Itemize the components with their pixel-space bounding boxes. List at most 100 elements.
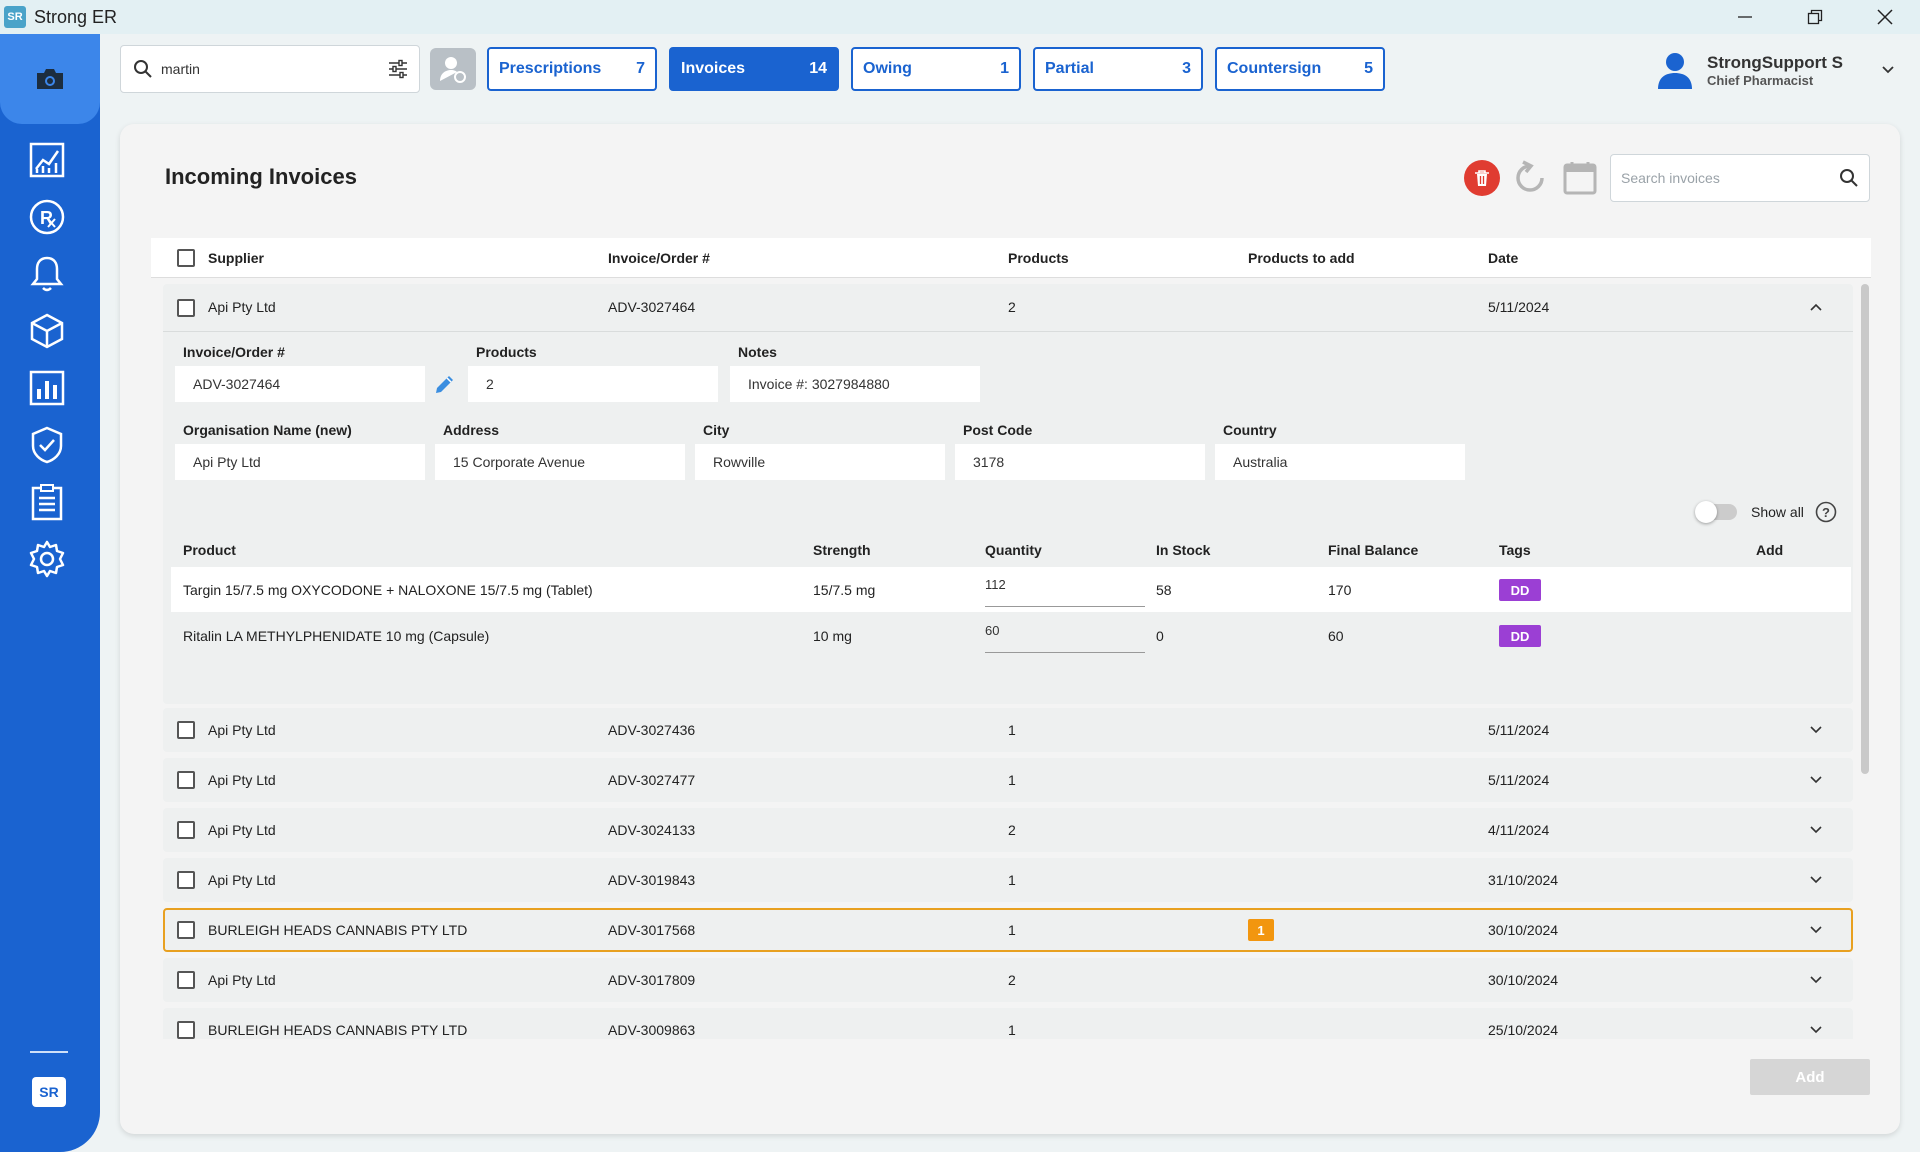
user-search-icon	[440, 57, 466, 83]
product-row: Ritalin LA METHYLPHENIDATE 10 mg (Capsul…	[171, 613, 1851, 658]
chevron-up-icon[interactable]	[1809, 302, 1823, 312]
col-product: Product	[183, 542, 236, 558]
city-field[interactable]: Rowville	[695, 444, 945, 480]
filter-sliders-icon[interactable]	[387, 59, 409, 79]
sidebar-item-stock[interactable]	[26, 310, 68, 352]
add-button[interactable]: Add	[1750, 1059, 1870, 1095]
row-checkbox[interactable]	[177, 299, 195, 317]
tab-count: 7	[636, 60, 645, 77]
refresh-button[interactable]	[1510, 158, 1550, 198]
svg-text:?: ?	[1822, 505, 1830, 520]
sidebar-item-registers[interactable]	[26, 481, 68, 523]
product-final-balance: 60	[1328, 628, 1344, 644]
chevron-down-icon[interactable]	[1809, 925, 1823, 935]
row-products: 1	[1008, 772, 1016, 788]
row-checkbox[interactable]	[177, 721, 195, 739]
org-field[interactable]: Api Pty Ltd	[175, 444, 425, 480]
tab-count: 3	[1182, 60, 1191, 77]
row-checkbox[interactable]	[177, 971, 195, 989]
delete-button[interactable]	[1464, 160, 1500, 196]
tab-owing[interactable]: Owing 1	[851, 47, 1021, 91]
date-filter-button[interactable]	[1560, 158, 1600, 198]
chevron-down-icon[interactable]	[1809, 775, 1823, 785]
patient-search-input[interactable]: martin	[120, 45, 420, 93]
table-row[interactable]: Api Pty Ltd ADV-3017809 2 30/10/2024	[163, 958, 1853, 1002]
table-row[interactable]: Api Pty Ltd ADV-3027464 2 5/11/2024	[163, 284, 1853, 332]
quantity-input[interactable]: 60	[985, 617, 1145, 653]
tab-countersign[interactable]: Countersign 5	[1215, 47, 1385, 91]
chevron-down-icon[interactable]	[1809, 975, 1823, 985]
user-role: Chief Pharmacist	[1707, 72, 1814, 88]
clipboard-icon	[31, 484, 63, 521]
tab-label: Partial	[1045, 60, 1094, 77]
show-all-toggle[interactable]	[1695, 501, 1737, 523]
product-row: Targin 15/7.5 mg OXYCODONE + NALOXONE 15…	[171, 567, 1851, 612]
chevron-down-icon[interactable]	[1809, 825, 1823, 835]
table-row[interactable]: Api Pty Ltd ADV-3027436 1 5/11/2024	[163, 708, 1853, 752]
row-checkbox[interactable]	[177, 921, 195, 939]
chevron-down-icon[interactable]	[1809, 1025, 1823, 1035]
patient-lookup-button[interactable]	[430, 48, 476, 90]
invoice-search-input[interactable]: Search invoices	[1610, 154, 1870, 202]
sidebar-item-prescriptions[interactable]: R	[26, 196, 68, 238]
chevron-down-icon[interactable]	[1881, 65, 1895, 75]
invoice-field[interactable]: ADV-3027464	[175, 366, 425, 402]
products-field[interactable]: 2	[468, 366, 718, 402]
sidebar-item-dispense[interactable]	[0, 34, 100, 124]
bell-icon	[30, 256, 64, 292]
table-row[interactable]: Api Pty Ltd ADV-3027477 1 5/11/2024	[163, 758, 1853, 802]
table-row[interactable]: Api Pty Ltd ADV-3019843 1 31/10/2024	[163, 858, 1853, 902]
sidebar-item-reports[interactable]	[26, 367, 68, 409]
box-icon	[30, 313, 64, 349]
notes-field-label: Notes	[738, 344, 777, 360]
tab-invoices[interactable]: Invoices 14	[669, 47, 839, 91]
row-checkbox[interactable]	[177, 1021, 195, 1039]
chevron-down-icon[interactable]	[1809, 725, 1823, 735]
row-date: 31/10/2024	[1488, 872, 1559, 888]
tab-partial[interactable]: Partial 3	[1033, 47, 1203, 91]
help-icon[interactable]: ?	[1815, 501, 1837, 523]
table-row[interactable]: Api Pty Ltd ADV-3024133 2 4/11/2024	[163, 808, 1853, 852]
row-invoice: ADV-3024133	[608, 822, 696, 838]
product-name: Targin 15/7.5 mg OXYCODONE + NALOXONE 15…	[183, 582, 593, 598]
country-field[interactable]: Australia	[1215, 444, 1465, 480]
col-products: Products	[1008, 250, 1069, 266]
search-icon[interactable]	[1839, 168, 1859, 188]
minimize-button[interactable]	[1710, 0, 1780, 34]
sidebar-item-analytics[interactable]	[26, 139, 68, 181]
tab-count: 1	[1000, 60, 1009, 77]
close-button[interactable]	[1850, 0, 1920, 34]
sidebar-item-audit[interactable]	[26, 424, 68, 466]
row-supplier: BURLEIGH HEADS CANNABIS PTY LTD	[208, 922, 468, 938]
pencil-icon[interactable]	[433, 372, 457, 396]
chevron-down-icon[interactable]	[1809, 875, 1823, 885]
title-bar: SR Strong ER	[0, 0, 1920, 34]
search-icon	[134, 60, 152, 78]
list-scrollbar[interactable]	[1861, 284, 1869, 774]
search-value[interactable]: martin	[161, 61, 387, 77]
table-row-highlighted[interactable]: BURLEIGH HEADS CANNABIS PTY LTD ADV-3017…	[163, 908, 1853, 952]
postcode-field[interactable]: 3178	[955, 444, 1205, 480]
row-invoice: ADV-3017809	[608, 972, 696, 988]
row-date: 5/11/2024	[1488, 772, 1550, 788]
sidebar-item-settings[interactable]	[26, 538, 68, 580]
calendar-icon	[1563, 162, 1597, 195]
table-row[interactable]: BURLEIGH HEADS CANNABIS PTY LTD ADV-3009…	[163, 1008, 1853, 1039]
quantity-input[interactable]: 112	[985, 571, 1145, 607]
restore-button[interactable]	[1780, 0, 1850, 34]
sidebar-item-notifications[interactable]	[26, 253, 68, 295]
notes-field[interactable]: Invoice #: 3027984880	[730, 366, 980, 402]
dd-tag: DD	[1499, 625, 1541, 647]
user-menu[interactable]: StrongSupport S Chief Pharmacist	[1655, 48, 1895, 92]
user-avatar-icon	[1658, 53, 1692, 89]
row-checkbox[interactable]	[177, 821, 195, 839]
address-field[interactable]: 15 Corporate Avenue	[435, 444, 685, 480]
row-checkbox[interactable]	[177, 871, 195, 889]
row-checkbox[interactable]	[177, 771, 195, 789]
tab-prescriptions[interactable]: Prescriptions 7	[487, 47, 657, 91]
select-all-checkbox[interactable]	[177, 249, 195, 267]
tab-label: Countersign	[1227, 60, 1322, 77]
restore-icon	[1807, 9, 1823, 25]
invoice-search-placeholder[interactable]: Search invoices	[1621, 170, 1839, 186]
tab-label: Prescriptions	[499, 60, 602, 77]
